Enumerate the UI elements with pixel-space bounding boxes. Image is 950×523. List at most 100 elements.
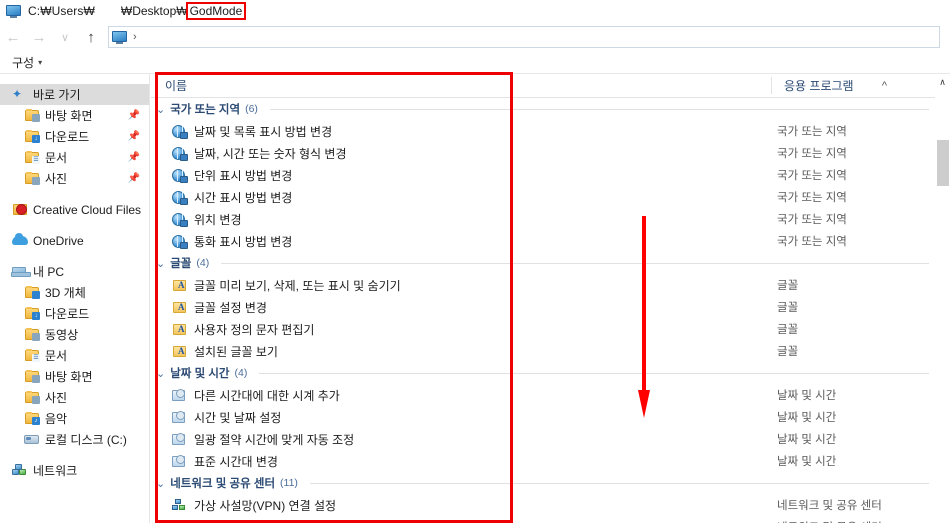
sidebar-item-7[interactable]: 내 PC	[0, 261, 149, 282]
item-name-cell[interactable]: 가상 사설망(VPN) 연결 설정	[151, 497, 765, 514]
list-item[interactable]: 고급 공유 설정 관리 네트워크 및 공유 센터	[151, 516, 935, 523]
sidebar-item-15[interactable]: 로컬 디스크 (C:)	[0, 429, 149, 450]
up-button[interactable]: ↑	[78, 24, 104, 50]
list-item[interactable]: 일광 절약 시간에 맞게 자동 조정 날짜 및 시간	[151, 428, 935, 450]
vertical-scrollbar[interactable]: ∧	[935, 74, 950, 523]
forward-button[interactable]: →	[26, 24, 52, 50]
item-name-cell[interactable]: 단위 표시 방법 변경	[151, 167, 765, 184]
item-application-cell: 날짜 및 시간	[777, 456, 837, 468]
pin-icon[interactable]: 📌	[128, 131, 140, 142]
item-name-cell[interactable]: 표준 시간대 변경	[151, 453, 765, 470]
annotation-red-down-arrow	[638, 216, 650, 418]
pin-icon[interactable]: 📌	[128, 152, 140, 163]
chevron-down-icon[interactable]: ⌄	[156, 477, 165, 490]
sidebar-item-14[interactable]: ♪ 음악	[0, 408, 149, 429]
list-item[interactable]: 글꼴 미리 보기, 삭제, 또는 표시 및 숨기기 글꼴	[151, 274, 935, 296]
pin-star-icon: ✦	[12, 87, 23, 101]
item-name-cell[interactable]: 위치 변경	[151, 211, 765, 228]
sidebar-item-9[interactable]: ↓ 다운로드	[0, 303, 149, 324]
sidebar-item-label: 내 PC	[33, 265, 65, 279]
group-divider	[309, 482, 929, 484]
pin-icon[interactable]: 📌	[128, 173, 140, 184]
sidebar-item-5[interactable]: Creative Cloud Files	[0, 199, 149, 220]
list-item[interactable]: 가상 사설망(VPN) 연결 설정 네트워크 및 공유 센터	[151, 494, 935, 516]
sidebar-item-16[interactable]: 네트워크	[0, 460, 149, 481]
recent-locations-button[interactable]: ∨	[52, 24, 78, 50]
sidebar-item-13[interactable]: 사진	[0, 387, 149, 408]
scrollbar-thumb[interactable]	[937, 140, 949, 186]
item-name-cell[interactable]: 글꼴 설정 변경	[151, 299, 765, 316]
list-item[interactable]: 날짜, 시간 또는 숫자 형식 변경 국가 또는 지역	[151, 142, 935, 164]
item-name-cell[interactable]: 일광 절약 시간에 맞게 자동 조정	[151, 431, 765, 448]
network-group-icon	[171, 498, 188, 513]
sidebar-item-6[interactable]: OneDrive	[0, 230, 149, 251]
pin-icon[interactable]: 📌	[128, 110, 140, 121]
group-header-2[interactable]: ⌄ 날짜 및 시간 (4)	[151, 362, 935, 384]
organize-menu-button[interactable]: 구성 ▾	[12, 54, 42, 71]
sidebar-item-4[interactable]: 사진 📌	[0, 168, 149, 189]
list-item[interactable]: 사용자 정의 문자 편집기 글꼴	[151, 318, 935, 340]
item-application-cell: 국가 또는 지역	[777, 170, 847, 182]
scroll-up-arrow-icon[interactable]: ∧	[935, 74, 950, 90]
pictures-folder-icon	[24, 390, 40, 405]
item-label: 글꼴 설정 변경	[194, 300, 267, 315]
item-name-cell[interactable]: 다른 시간대에 대한 시계 추가	[151, 387, 765, 404]
sidebar-item-3[interactable]: ☰ 문서 📌	[0, 147, 149, 168]
back-button[interactable]: ←	[0, 24, 26, 50]
list-item[interactable]: 통화 표시 방법 변경 국가 또는 지역	[151, 230, 935, 252]
list-item[interactable]: 글꼴 설정 변경 글꼴	[151, 296, 935, 318]
item-name-cell[interactable]: 날짜, 시간 또는 숫자 형식 변경	[151, 145, 765, 162]
item-name-cell[interactable]: 설치된 글꼴 보기	[151, 343, 765, 360]
item-name-cell[interactable]: 고급 공유 설정 관리	[151, 519, 765, 523]
item-name-cell[interactable]: 사용자 정의 문자 편집기	[151, 321, 765, 338]
navigation-bar: ← → ∨ ↑ ›	[0, 22, 950, 52]
list-item[interactable]: 위치 변경 국가 또는 지역	[151, 208, 935, 230]
desktop-folder-icon	[24, 369, 40, 384]
navigation-pane[interactable]: ✦ 바로 가기 바탕 화면 📌 ↓ 다운로드 📌 ☰ 문서 📌 사진 📌 Creative Cloud …	[0, 74, 150, 523]
chevron-down-icon[interactable]: ⌄	[156, 103, 165, 116]
sidebar-item-10[interactable]: 동영상	[0, 324, 149, 345]
sidebar-item-1[interactable]: 바탕 화면 📌	[0, 105, 149, 126]
item-name-cell[interactable]: 날짜 및 목록 표시 방법 변경	[151, 123, 765, 140]
breadcrumb-separator-icon[interactable]: ›	[133, 31, 137, 43]
sidebar-item-label: 로컬 디스크 (C:)	[45, 433, 127, 447]
list-item[interactable]: 날짜 및 목록 표시 방법 변경 국가 또는 지역	[151, 120, 935, 142]
sidebar-item-label: 3D 개체	[45, 286, 86, 300]
this-pc-icon	[11, 264, 31, 279]
list-item[interactable]: 단위 표시 방법 변경 국가 또는 지역	[151, 164, 935, 186]
window-title-path-part2: ₩Desktop₩ GodMode	[121, 4, 244, 18]
chevron-up-icon[interactable]: ^	[882, 80, 887, 92]
group-header-1[interactable]: ⌄ 글꼴 (4)	[151, 252, 935, 274]
sidebar-item-label: 음악	[45, 412, 68, 426]
sidebar-item-8[interactable]: 3D 개체	[0, 282, 149, 303]
list-item[interactable]: 설치된 글꼴 보기 글꼴	[151, 340, 935, 362]
item-name-cell[interactable]: 글꼴 미리 보기, 삭제, 또는 표시 및 숨기기	[151, 277, 765, 294]
column-header-name[interactable]: 이름	[151, 77, 771, 94]
item-name-cell[interactable]: 시간 표시 방법 변경	[151, 189, 765, 206]
chevron-down-icon[interactable]: ⌄	[156, 257, 165, 270]
sidebar-item-label: 바탕 화면	[45, 370, 93, 384]
item-name-cell[interactable]: 통화 표시 방법 변경	[151, 233, 765, 250]
address-bar[interactable]: ›	[108, 26, 940, 48]
list-item[interactable]: 시간 및 날짜 설정 날짜 및 시간	[151, 406, 935, 428]
sidebar-item-11[interactable]: ☰ 문서	[0, 345, 149, 366]
sidebar-item-label: 문서	[45, 349, 68, 363]
control-panel-icon	[171, 410, 188, 425]
group-header-0[interactable]: ⌄ 국가 또는 지역 (6)	[151, 98, 935, 120]
item-label: 날짜, 시간 또는 숫자 형식 변경	[194, 146, 347, 161]
list-item[interactable]: 다른 시간대에 대한 시계 추가 날짜 및 시간	[151, 384, 935, 406]
list-item[interactable]: 표준 시간대 변경 날짜 및 시간	[151, 450, 935, 472]
column-header-application[interactable]: 응용 프로그램	[771, 77, 935, 94]
group-header-3[interactable]: ⌄ 네트워크 및 공유 센터 (11)	[151, 472, 935, 494]
command-toolbar: 구성 ▾	[0, 52, 950, 74]
list-item[interactable]: 시간 표시 방법 변경 국가 또는 지역	[151, 186, 935, 208]
arrow-shaft	[642, 216, 646, 394]
sidebar-item-2[interactable]: ↓ 다운로드 📌	[0, 126, 149, 147]
sidebar-item-12[interactable]: 바탕 화면	[0, 366, 149, 387]
sidebar-item-label: 사진	[45, 172, 68, 186]
chevron-down-icon[interactable]: ⌄	[156, 367, 165, 380]
region-globe-icon	[171, 234, 188, 249]
item-name-cell[interactable]: 시간 및 날짜 설정	[151, 409, 765, 426]
sidebar-item-0[interactable]: ✦ 바로 가기	[0, 84, 149, 105]
